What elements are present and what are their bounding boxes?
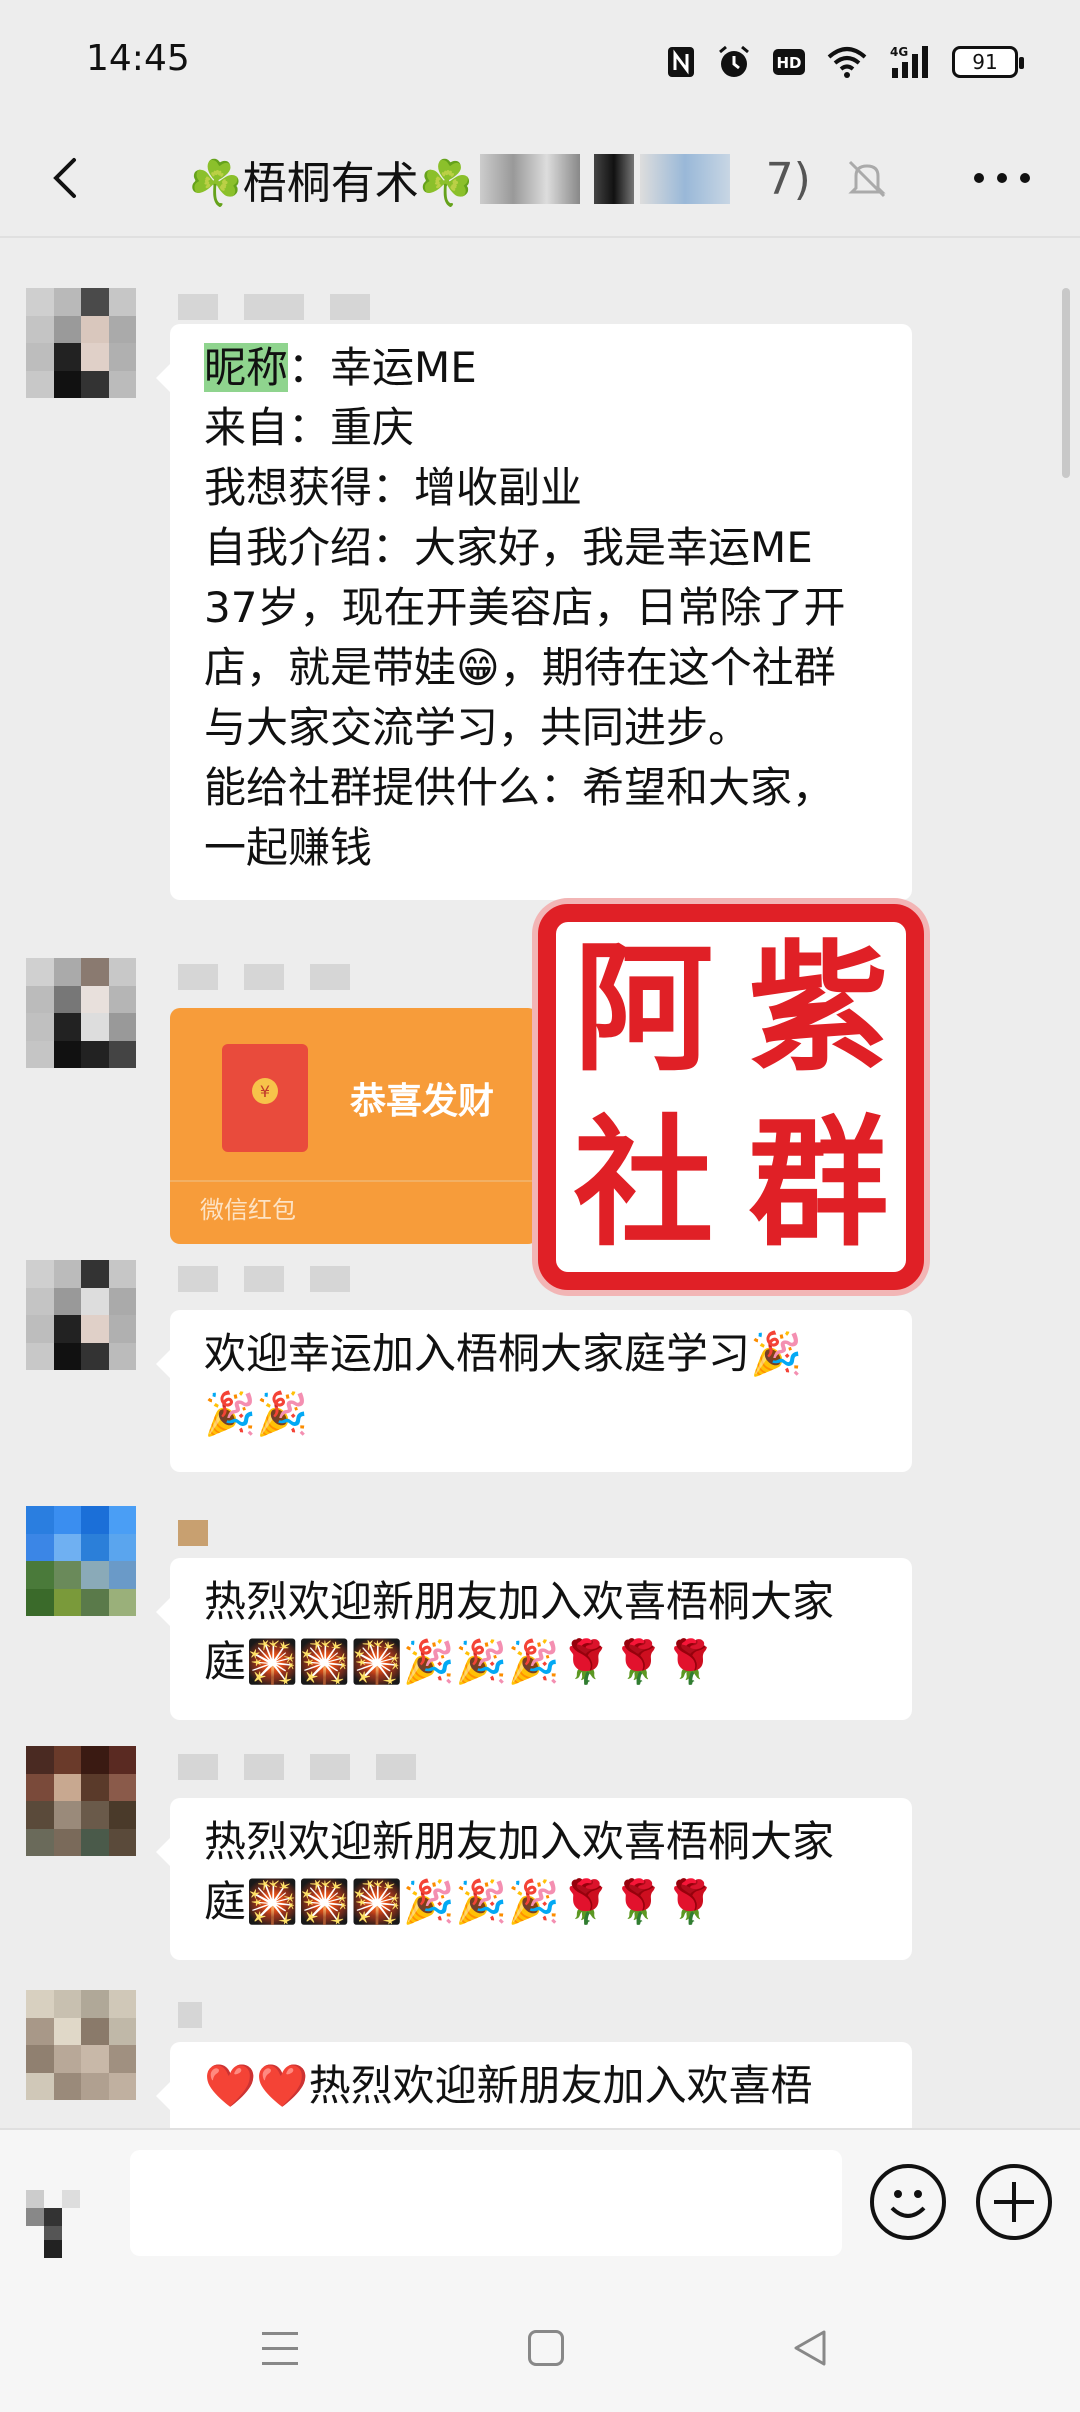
avatar[interactable]: [26, 288, 136, 398]
avatar[interactable]: [26, 1506, 136, 1616]
avatar[interactable]: [26, 958, 136, 1068]
message-line: ❤️❤️热烈欢迎新朋友加入欢喜梧: [204, 2061, 813, 2110]
blurred-title-part: [639, 154, 730, 204]
watermark-stamp: 阿 紫 社 群: [538, 904, 924, 1290]
stamp-char: 群: [748, 1102, 889, 1266]
hd-icon: HD: [772, 43, 806, 81]
avatar[interactable]: [26, 1746, 136, 1856]
sender-name-blurred: [178, 294, 370, 320]
avatar[interactable]: [26, 1260, 136, 1370]
alarm-icon: [716, 43, 752, 81]
menu-icon[interactable]: [262, 2332, 298, 2366]
message-bubble[interactable]: 热烈欢迎新朋友加入欢喜梧桐大家 庭🎇🎇🎇🎉🎉🎉🌹🌹🌹: [156, 1558, 912, 1720]
message-line: 热烈欢迎新朋友加入欢喜梧桐大家: [204, 1577, 835, 1626]
voice-icon[interactable]: [26, 2184, 82, 2258]
sender-name-blurred: [178, 1266, 350, 1292]
message-line: 我想获得：增收副业: [204, 463, 583, 512]
status-bar: 14:45 HD 4G 91: [0, 0, 1080, 120]
stamp-char: 社: [573, 1102, 714, 1266]
blurred-title-part: [593, 154, 634, 204]
chat-title-text: ☘️梧桐有术☘️: [188, 158, 474, 209]
message-line: 欢迎幸运加入梧桐大家庭学习🎉: [204, 1329, 803, 1378]
status-time: 14:45: [86, 38, 190, 79]
more-icon[interactable]: [974, 168, 1030, 188]
plus-icon[interactable]: [976, 2164, 1052, 2240]
highlighted-label: 昵称: [204, 343, 289, 392]
nfc-icon: [666, 43, 696, 81]
sender-name-blurred: [178, 2002, 202, 2028]
battery-icon: 91: [952, 46, 1024, 78]
back-arrow-icon[interactable]: [40, 150, 96, 206]
sender-name-blurred: [178, 1520, 208, 1546]
message-bubble[interactable]: 昵称：幸运ME 来自：重庆 我想获得：增收副业 自我介绍：大家好，我是幸运ME …: [156, 324, 912, 900]
4g-signal-icon: 4G: [888, 43, 932, 81]
message-line: 店，就是带娃😁，期待在这个社群: [204, 643, 836, 692]
scrollbar[interactable]: [1062, 288, 1070, 478]
red-packet[interactable]: ¥ 恭喜发财 微信红包: [170, 1008, 538, 1244]
avatar[interactable]: [26, 1990, 136, 2100]
svg-text:HD: HD: [776, 54, 801, 72]
sender-name-blurred: [178, 964, 350, 990]
stamp-char: 紫: [748, 927, 889, 1091]
input-bar: [0, 2128, 1080, 2288]
back-triangle-icon[interactable]: [790, 2328, 830, 2368]
red-packet-title: 恭喜发财: [350, 1081, 495, 1122]
message-input[interactable]: [130, 2150, 842, 2256]
message-line: 庭🎇🎇🎇🎉🎉🎉🌹🌹🌹: [204, 1877, 717, 1926]
sender-name-blurred: [178, 1754, 416, 1780]
message-line: 与大家交流学习，共同进步。: [204, 703, 751, 752]
stamp-char: 阿: [573, 927, 714, 1091]
system-nav-bar: [0, 2288, 1080, 2412]
message-line: 37岁，现在开美容店，日常除了开: [204, 583, 846, 632]
wifi-icon: [826, 43, 868, 81]
red-packet-footer: 微信红包: [170, 1180, 538, 1244]
red-envelope-icon: ¥: [222, 1044, 308, 1152]
message-line: 自我介绍：大家好，我是幸运ME: [204, 523, 813, 572]
message-line: 来自：重庆: [204, 403, 415, 452]
message-bubble[interactable]: ❤️❤️热烈欢迎新朋友加入欢喜梧: [156, 2042, 912, 2128]
message-bubble[interactable]: 欢迎幸运加入梧桐大家庭学习🎉 🎉🎉: [156, 1310, 912, 1472]
message-line: 昵称：幸运ME: [204, 343, 477, 392]
blurred-title-part: [479, 154, 580, 204]
message-line: 热烈欢迎新朋友加入欢喜梧桐大家: [204, 1817, 835, 1866]
message-line: 一起赚钱: [204, 823, 373, 872]
svg-text:4G: 4G: [890, 45, 908, 59]
chat-header: ☘️梧桐有术☘️ 7): [0, 120, 1080, 238]
message-line: 🎉🎉: [204, 1389, 309, 1438]
mute-bell-icon: [842, 154, 892, 204]
chat-title-suffix: 7): [765, 153, 811, 205]
home-icon[interactable]: [528, 2330, 564, 2366]
message-line: 庭🎇🎇🎇🎉🎉🎉🌹🌹🌹: [204, 1637, 717, 1686]
status-icons: HD 4G 91: [666, 38, 1024, 86]
message-line: 能给社群提供什么：希望和大家，: [204, 763, 835, 812]
chat-title: ☘️梧桐有术☘️ 7): [188, 144, 811, 214]
message-bubble[interactable]: 热烈欢迎新朋友加入欢喜梧桐大家 庭🎇🎇🎇🎉🎉🎉🌹🌹🌹: [156, 1798, 912, 1960]
emoji-icon[interactable]: [870, 2164, 946, 2240]
